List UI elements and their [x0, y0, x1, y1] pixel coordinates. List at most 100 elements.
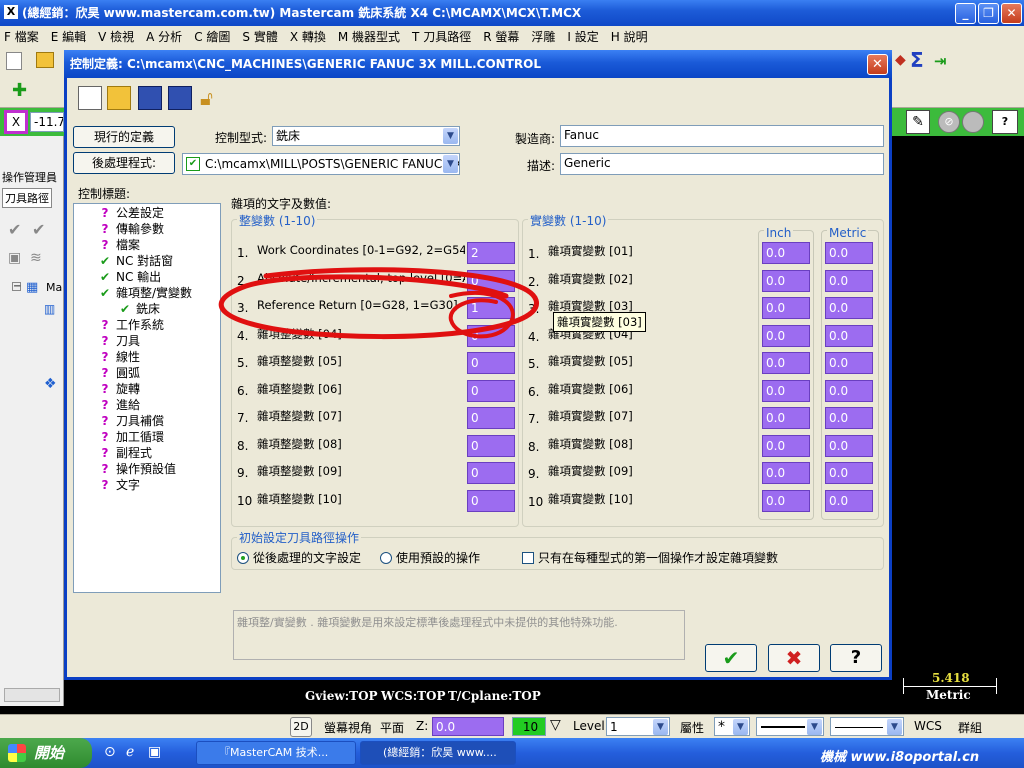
tree-item[interactable]: ✔ NC 輸出 — [98, 269, 161, 285]
lock-icon[interactable]: ▣ — [8, 250, 21, 266]
new-control-icon[interactable] — [78, 86, 102, 110]
tree-item[interactable]: ? 加工循環 — [98, 429, 165, 445]
real-var-metric-input[interactable]: 0.0 — [825, 407, 873, 429]
level-dropdown-icon[interactable]: ▼ — [653, 719, 668, 735]
coord-x-label[interactable]: X — [4, 110, 28, 134]
menu-item[interactable]: X 轉換 — [290, 28, 326, 45]
open-control-icon[interactable] — [107, 86, 131, 110]
real-var-inch-input[interactable]: 0.0 — [762, 462, 810, 484]
current-definition-button[interactable]: 現行的定義 — [73, 126, 175, 148]
tree-item[interactable]: ? 傳輸參數 — [98, 221, 165, 237]
save-as-icon[interactable] — [168, 86, 192, 110]
point-style-dropdown-icon[interactable]: ▼ — [733, 719, 748, 735]
taskbar-item-mastercam[interactable]: (總經銷：欣昊 www.... — [360, 741, 516, 765]
int-var-input[interactable]: 0 — [467, 490, 515, 512]
description-input[interactable]: Generic — [560, 153, 884, 175]
point-style-field[interactable]: * ▼ — [714, 717, 750, 736]
real-var-metric-input[interactable]: 0.0 — [825, 380, 873, 402]
real-var-metric-input[interactable]: 0.0 — [825, 490, 873, 512]
real-var-inch-input[interactable]: 0.0 — [762, 352, 810, 374]
color-field[interactable]: 10 — [512, 717, 546, 736]
real-var-metric-input[interactable]: 0.0 — [825, 242, 873, 264]
real-var-inch-input[interactable]: 0.0 — [762, 380, 810, 402]
real-var-inch-input[interactable]: 0.0 — [762, 325, 810, 347]
line-width-dropdown-icon[interactable]: ▼ — [887, 719, 902, 735]
line-style-field[interactable]: ▼ — [756, 717, 824, 736]
first-op-only-box[interactable] — [522, 552, 534, 564]
screen-view-button[interactable]: 螢幕視角 — [324, 719, 372, 736]
mode-2d-button[interactable]: 2D — [290, 717, 312, 737]
real-var-metric-input[interactable]: 0.0 — [825, 435, 873, 457]
menu-item[interactable]: R 螢幕 — [483, 28, 519, 45]
tree-item[interactable]: ? 旋轉 — [98, 381, 141, 397]
tree-item[interactable]: ? 檔案 — [98, 237, 141, 253]
export-icon[interactable]: ⇥ — [934, 52, 947, 70]
fast-point-icon[interactable]: ✎ — [906, 110, 930, 134]
tree-item[interactable]: ? 刀具補償 — [98, 413, 165, 429]
int-var-input[interactable]: 0 — [467, 380, 515, 402]
minimize-button[interactable]: _ — [955, 3, 976, 24]
add-icon[interactable]: ✚ — [12, 80, 27, 101]
int-var-input[interactable]: 0 — [467, 407, 515, 429]
dialog-close-button[interactable]: ✕ — [867, 54, 888, 75]
ribbon-help-icon[interactable]: ? — [992, 110, 1018, 134]
tree-item[interactable]: ✔ 雜項整/實變數 — [98, 285, 192, 301]
taskbar-item-browser[interactable]: 『MasterCAM 技术... — [196, 741, 356, 765]
wave-icon[interactable]: ≋ — [30, 250, 42, 266]
real-var-inch-input[interactable]: 0.0 — [762, 242, 810, 264]
int-var-input[interactable]: 2 — [467, 242, 515, 264]
control-type-dropdown-icon[interactable]: ▼ — [443, 128, 458, 144]
help-button[interactable]: ? — [830, 644, 882, 672]
real-var-inch-input[interactable]: 0.0 — [762, 407, 810, 429]
tree-collapse-icon[interactable]: − — [12, 282, 21, 292]
panel-scrollbar[interactable] — [4, 688, 60, 702]
groups-button[interactable]: 群組 — [958, 719, 982, 736]
quicklaunch-icon-1[interactable]: ⊙ — [104, 744, 116, 760]
menu-item[interactable]: A 分析 — [146, 28, 182, 45]
color-dropdown-icon[interactable]: ▽ — [550, 717, 561, 733]
tool-icon[interactable]: ◆ — [895, 52, 906, 68]
radio-use-default-indicator[interactable] — [380, 552, 392, 564]
real-var-metric-input[interactable]: 0.0 — [825, 325, 873, 347]
real-var-inch-input[interactable]: 0.0 — [762, 297, 810, 319]
first-op-only-checkbox[interactable]: 只有在每種型式的第一個操作才設定雜項變數 — [522, 549, 778, 566]
tree-item[interactable]: ? 工作系統 — [98, 317, 165, 333]
main-close-button[interactable]: ✕ — [1001, 3, 1022, 24]
menu-item[interactable]: T 刀具路徑 — [412, 28, 471, 45]
tree-item[interactable]: ✔ 銑床 — [118, 301, 160, 317]
menu-item[interactable]: E 編輯 — [51, 28, 86, 45]
tree-item[interactable]: ? 文字 — [98, 477, 141, 493]
lock-control-icon[interactable]: 🔓︎ — [200, 86, 224, 110]
save-icon[interactable] — [138, 86, 162, 110]
coord-x-field[interactable]: -11.72 — [30, 112, 64, 132]
int-var-input[interactable]: 1 — [467, 297, 515, 319]
tree-item[interactable]: ✔ NC 對話窗 — [98, 253, 173, 269]
desktop-icon[interactable]: ▣ — [148, 744, 161, 760]
menu-item[interactable]: V 檢視 — [98, 28, 134, 45]
int-var-input[interactable]: 0 — [467, 270, 515, 292]
plane-button[interactable]: 平面 — [380, 719, 404, 736]
select-all-icon[interactable]: ✔ — [8, 220, 21, 239]
tree-item[interactable]: ? 刀具 — [98, 333, 141, 349]
cancel-button[interactable]: ✖ — [768, 644, 820, 672]
menu-item[interactable]: 浮雕 — [531, 28, 555, 45]
stop-icon[interactable] — [962, 111, 984, 133]
control-topics-tree[interactable]: ? 公差設定? 傳輸參數? 檔案 ✔ NC 對話窗 ✔ NC 輸出 ✔ 雜項整/實變數 ✔ 銑床? 工作… — [73, 203, 221, 593]
int-var-input[interactable]: 0 — [467, 325, 515, 347]
ie-icon[interactable]: ℯ — [126, 744, 134, 760]
real-var-inch-input[interactable]: 0.0 — [762, 435, 810, 457]
real-var-inch-input[interactable]: 0.0 — [762, 490, 810, 512]
manufacturer-input[interactable]: Fanuc — [560, 125, 884, 147]
tree-item[interactable]: ? 公差設定 — [98, 205, 165, 221]
toolpaths-tab[interactable]: 刀具路徑 — [2, 188, 52, 208]
real-var-metric-input[interactable]: 0.0 — [825, 297, 873, 319]
menu-item[interactable]: F 檔案 — [4, 28, 39, 45]
machine-group-label[interactable]: Ma — [46, 281, 62, 294]
select-dirty-icon[interactable]: ✔ — [32, 220, 45, 239]
menu-item[interactable]: C 繪圖 — [194, 28, 230, 45]
menu-item[interactable]: M 機器型式 — [338, 28, 400, 45]
radio-from-post-indicator[interactable] — [237, 552, 249, 564]
restore-button[interactable]: ❐ — [978, 3, 999, 24]
int-var-input[interactable]: 0 — [467, 462, 515, 484]
post-path-select[interactable]: ✔ C:\mcamx\MILL\POSTS\GENERIC FANUC 3X M ▼ — [182, 153, 460, 175]
